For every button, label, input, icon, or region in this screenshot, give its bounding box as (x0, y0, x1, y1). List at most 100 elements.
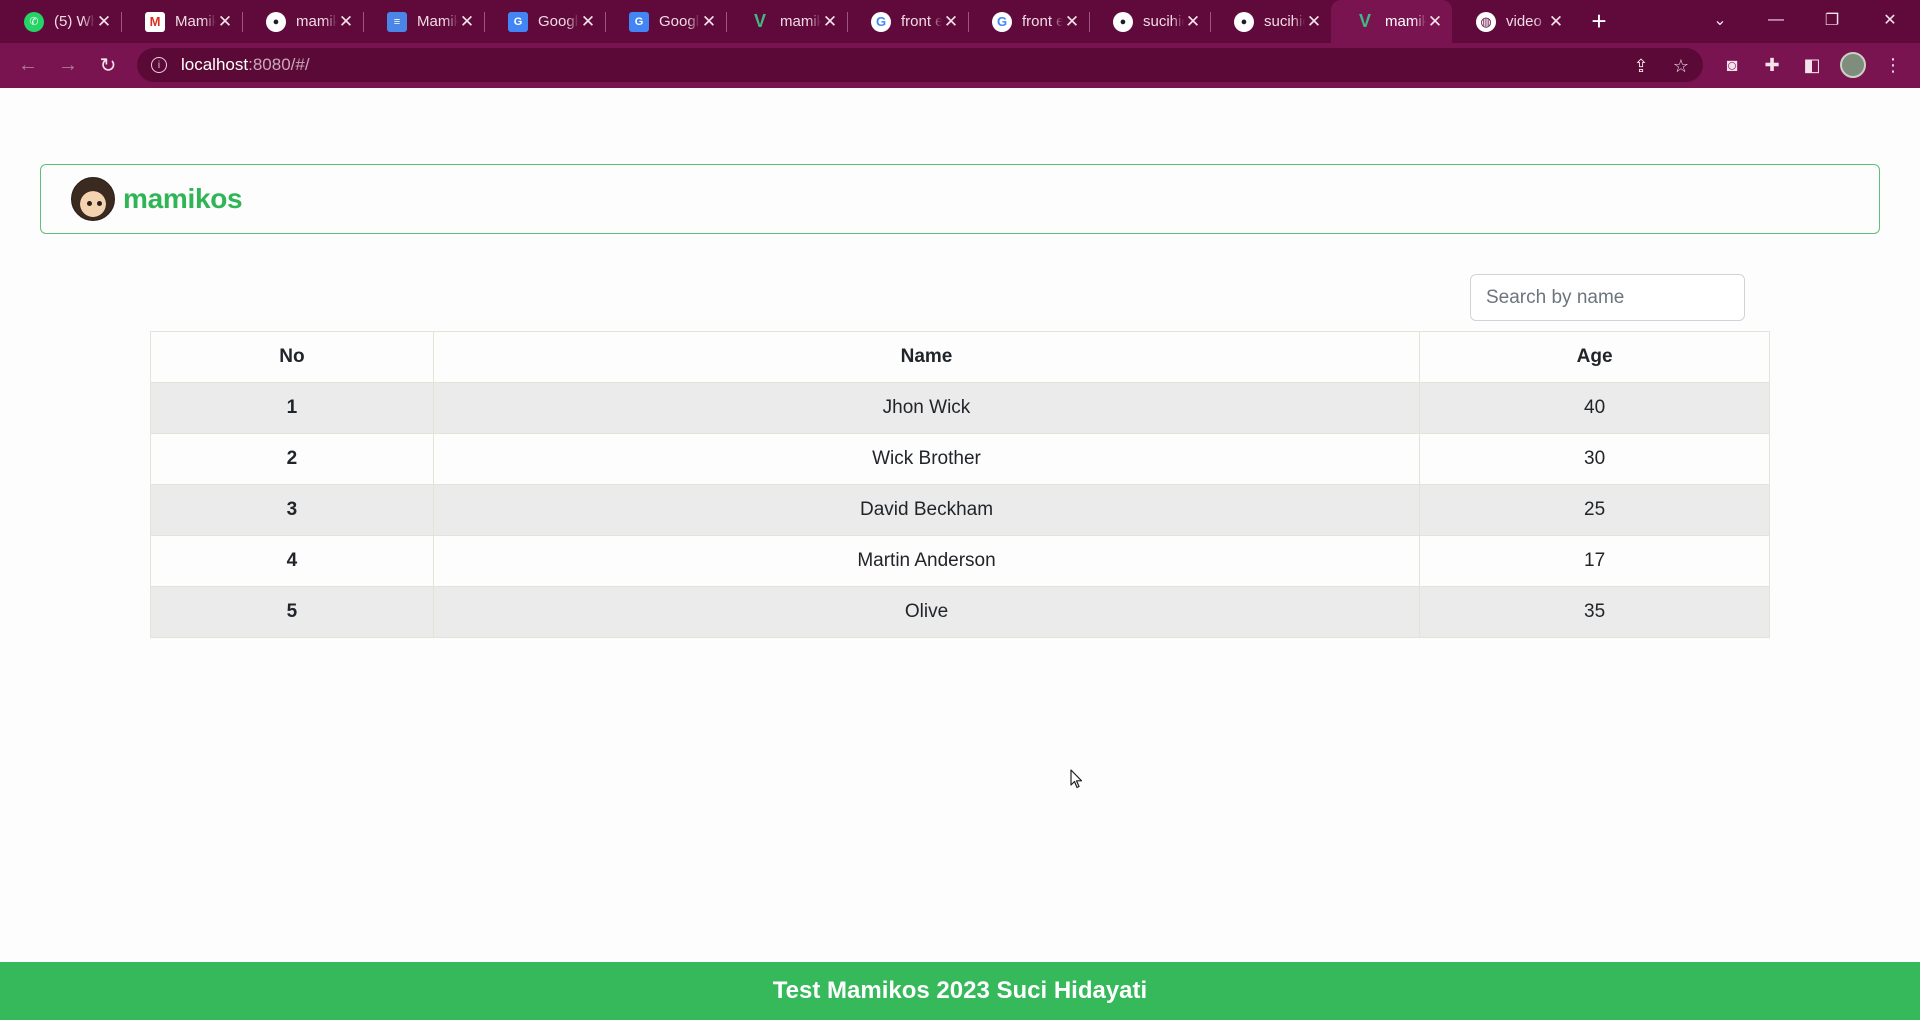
google-icon: G (871, 11, 891, 32)
vue-icon: V (1358, 11, 1371, 31)
cell-no: 5 (150, 586, 434, 638)
cell-no: 1 (150, 382, 434, 434)
close-icon[interactable]: ✕ (1426, 12, 1444, 32)
table-row: 3 David Beckham 25 (150, 484, 1770, 536)
tab-title: sucihidayati (1264, 13, 1305, 30)
close-icon[interactable]: ✕ (458, 12, 476, 32)
cell-age: 30 (1419, 433, 1770, 485)
cell-age: 35 (1419, 586, 1770, 638)
close-icon[interactable]: ✕ (95, 12, 113, 32)
extensions-puzzle-icon[interactable]: ✚ (1759, 52, 1785, 78)
footer-text: Test Mamikos 2023 Suci Hidayati (772, 977, 1148, 1004)
footer: Test Mamikos 2023 Suci Hidayati (0, 962, 1920, 1020)
cell-no: 4 (150, 535, 434, 587)
close-icon[interactable]: ✕ (700, 12, 718, 32)
back-arrow-icon[interactable]: ← (8, 48, 48, 84)
forward-arrow-icon[interactable]: → (48, 48, 88, 84)
browser-tab[interactable]: ● sucihidayati ✕ (1210, 0, 1331, 43)
close-window-icon[interactable]: ✕ (1862, 0, 1918, 40)
cell-name: Jhon Wick (432, 382, 1421, 434)
tab-title: Google Translate (659, 13, 700, 30)
table-row: 5 Olive 35 (150, 586, 1770, 638)
tab-title: front end (901, 13, 942, 30)
column-header-age[interactable]: Age (1419, 331, 1770, 383)
close-icon[interactable]: ✕ (579, 12, 597, 32)
cell-age: 17 (1419, 535, 1770, 587)
tab-title: Google Translate (538, 13, 579, 30)
vue-icon: V (753, 11, 766, 31)
close-icon[interactable]: ✕ (216, 12, 234, 32)
browser-tab[interactable]: ● mamikos ✕ (242, 0, 363, 43)
tab-title: front end (1022, 13, 1063, 30)
browser-menu-icon[interactable]: ⋮ (1880, 52, 1906, 78)
browser-tab[interactable]: G Google Translate ✕ (605, 0, 726, 43)
tab-search-chevron-down-icon[interactable]: ⌄ (1692, 0, 1748, 40)
profile-avatar[interactable] (1840, 52, 1866, 78)
cell-age: 40 (1419, 382, 1770, 434)
address-bar[interactable]: i localhost:8080/#/ ⇪ ☆ (137, 48, 1703, 82)
browser-tab[interactable]: G front end ✕ (847, 0, 968, 43)
globe-icon: ◍ (1476, 11, 1496, 32)
search-input[interactable] (1470, 274, 1745, 321)
cell-no: 3 (150, 484, 434, 536)
whatsapp-icon: ✆ (24, 11, 44, 32)
table-header-row: No Name Age (150, 331, 1770, 383)
brand-name[interactable]: mamikos (123, 183, 243, 215)
reload-icon[interactable]: ↻ (88, 48, 128, 84)
browser-tab[interactable]: ◍ video ✕ (1452, 0, 1573, 43)
column-header-no[interactable]: No (150, 331, 434, 383)
google-docs-icon: ≡ (387, 11, 407, 32)
table-row: 1 Jhon Wick 40 (150, 382, 1770, 434)
github-icon: ● (1113, 11, 1133, 32)
cell-name: Olive (432, 586, 1421, 638)
cell-age: 25 (1419, 484, 1770, 536)
browser-tab[interactable]: ≡ Mamikos ✕ (363, 0, 484, 43)
close-icon[interactable]: ✕ (1184, 12, 1202, 32)
bookmark-star-icon[interactable]: ☆ (1669, 54, 1693, 78)
close-icon[interactable]: ✕ (1547, 12, 1565, 32)
column-header-name[interactable]: Name (432, 331, 1421, 383)
browser-tab-strip: ✆ (5) WhatsApp ✕ M Mamikos ✕ ● mamikos ✕… (0, 0, 1920, 43)
google-translate-icon: G (508, 11, 528, 32)
browser-tab[interactable]: G front end ✕ (968, 0, 1089, 43)
tab-title: (5) WhatsApp (54, 13, 95, 30)
github-icon: ● (1234, 11, 1254, 32)
browser-tab[interactable]: ● sucihidayati ✕ (1089, 0, 1210, 43)
browser-tab-active[interactable]: V mamikos ✕ (1331, 0, 1452, 43)
close-icon[interactable]: ✕ (821, 12, 839, 32)
share-icon[interactable]: ⇪ (1629, 54, 1653, 78)
mamikos-mascot-logo[interactable] (71, 177, 115, 221)
tab-title: Mamikos (417, 13, 458, 30)
navbar: mamikos (40, 164, 1880, 234)
tab-title: mamikos (780, 13, 821, 30)
table-row: 4 Martin Anderson 17 (150, 535, 1770, 587)
url-path: :8080/#/ (248, 55, 310, 74)
tab-title: mamikos (1385, 13, 1426, 30)
new-tab-button[interactable]: + (1573, 0, 1625, 43)
url-host: localhost (181, 55, 249, 74)
browser-tab[interactable]: ✆ (5) WhatsApp ✕ (0, 0, 121, 43)
browser-toolbar: ← → ↻ i localhost:8080/#/ ⇪ ☆ ◙ ✚ ◧ ⋮ (0, 43, 1920, 88)
close-icon[interactable]: ✕ (337, 12, 355, 32)
cell-no: 2 (150, 433, 434, 485)
site-info-icon[interactable]: i (151, 57, 167, 73)
minimize-icon[interactable]: — (1748, 0, 1804, 40)
people-table: No Name Age 1 Jhon Wick 40 2 Wick Brothe… (150, 331, 1770, 638)
side-panel-icon[interactable]: ◧ (1799, 52, 1825, 78)
close-icon[interactable]: ✕ (942, 12, 960, 32)
close-icon[interactable]: ✕ (1305, 12, 1323, 32)
close-icon[interactable]: ✕ (1063, 12, 1081, 32)
browser-tab[interactable]: M Mamikos ✕ (121, 0, 242, 43)
browser-tab[interactable]: G Google Translate ✕ (484, 0, 605, 43)
camera-icon[interactable]: ◙ (1719, 52, 1745, 78)
gmail-icon: M (145, 11, 165, 32)
browser-tab[interactable]: V mamikos ✕ (726, 0, 847, 43)
cell-name: Martin Anderson (432, 535, 1421, 587)
github-icon: ● (266, 11, 286, 32)
restore-icon[interactable]: ❐ (1804, 0, 1860, 40)
page-content: mamikos No Name Age 1 Jhon Wick 40 2 Wic… (0, 88, 1920, 1020)
cell-name: David Beckham (432, 484, 1421, 536)
tab-title: sucihidayati (1143, 13, 1184, 30)
google-icon: G (992, 11, 1012, 32)
cell-name: Wick Brother (432, 433, 1421, 485)
